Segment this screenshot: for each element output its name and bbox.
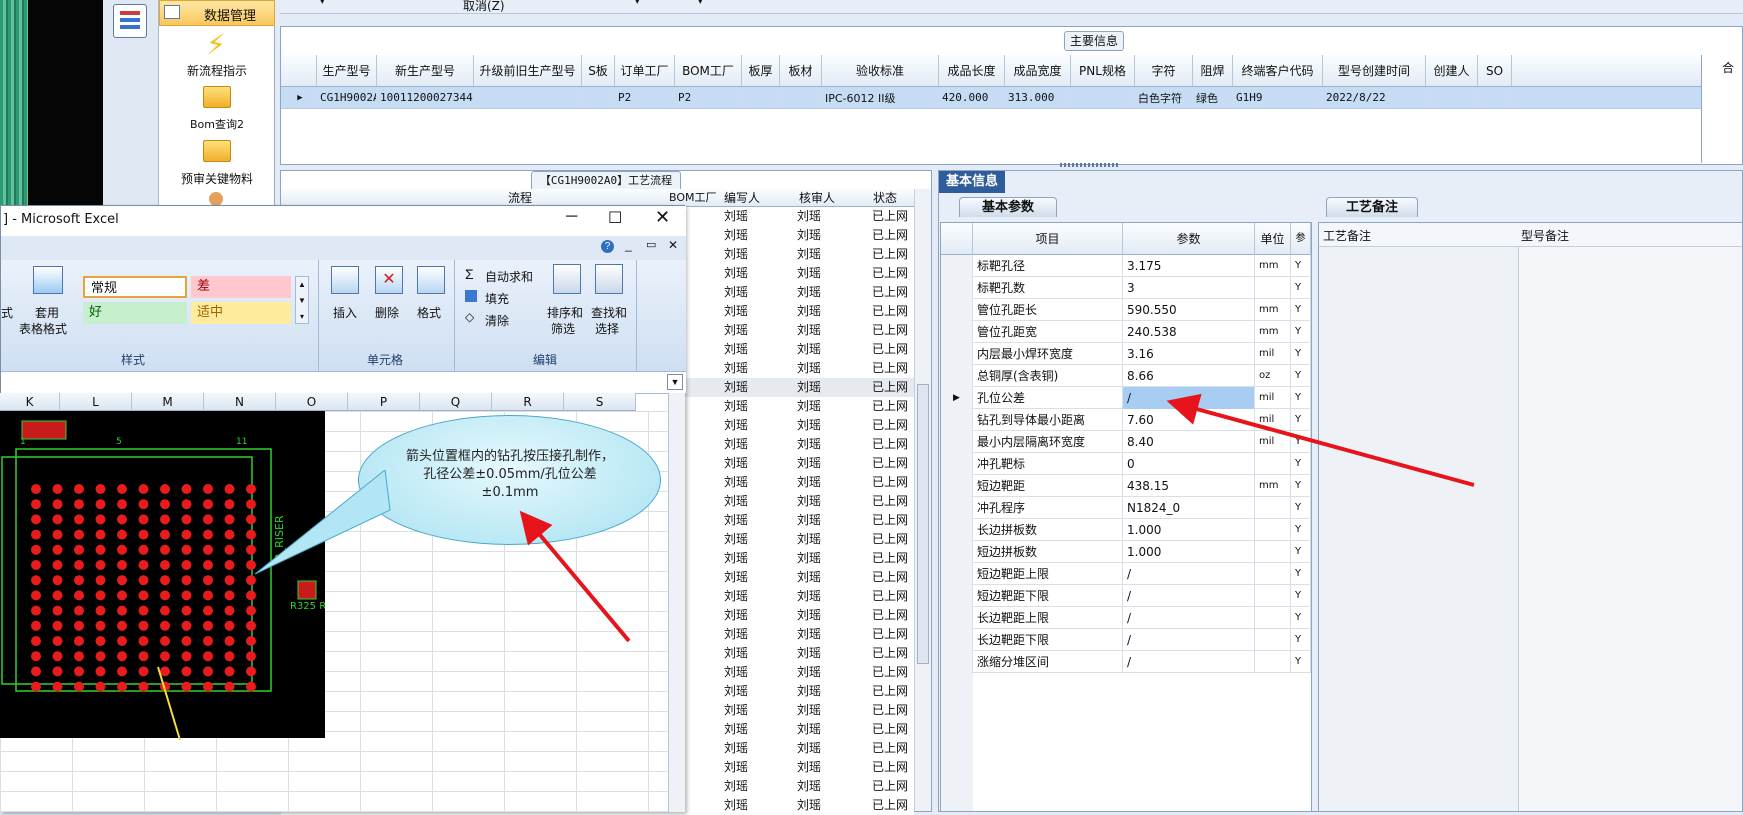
arrow-to-tolerance — [1166, 393, 1475, 487]
annotation-arrows — [157, 393, 1475, 741]
arrow-yellow — [157, 666, 181, 741]
arrow-to-callout — [519, 510, 631, 643]
